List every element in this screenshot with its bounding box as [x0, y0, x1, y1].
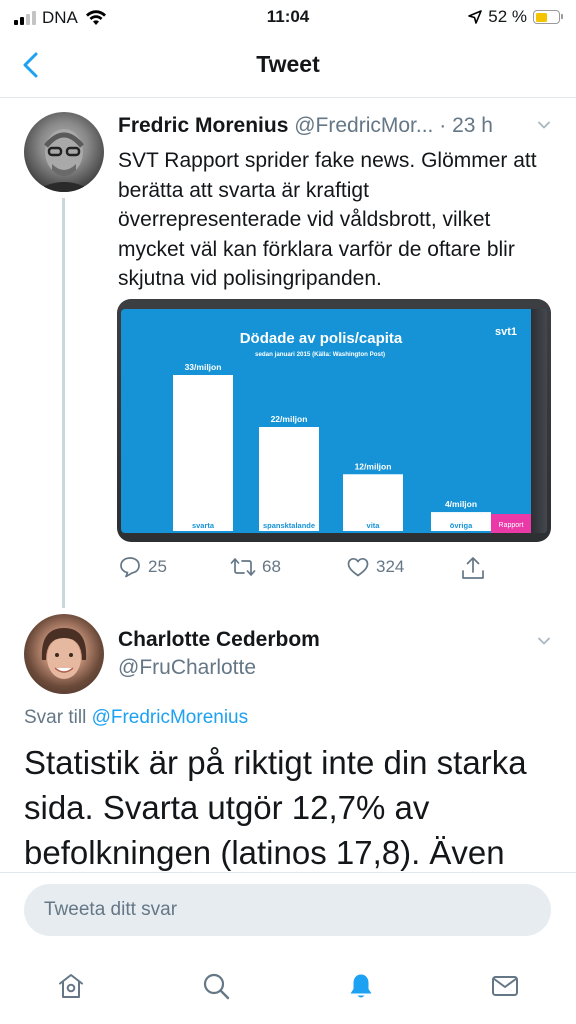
tv-screen: Dödade av polis/capita sedan januari 201… [121, 309, 547, 533]
home-icon [59, 974, 83, 998]
reply-author-avatar[interactable] [24, 614, 104, 694]
thread-line [62, 198, 65, 608]
bar-value-label-2: 12/miljon [355, 461, 392, 471]
chart-subtitle: sedan januari 2015 (Källa: Washington Po… [255, 351, 385, 358]
status-bar: DNA 11:04 52 % [0, 0, 576, 34]
chevron-down-icon[interactable] [537, 634, 551, 648]
chevron-down-icon[interactable] [537, 118, 551, 132]
bar-value-label-1: 22/miljon [271, 414, 308, 424]
reply-button[interactable]: 25 [118, 555, 167, 579]
like-count: 324 [376, 557, 405, 576]
chart-bars: 33/miljon svarta 22/miljon spansktalande 12/… [173, 362, 491, 531]
meta-separator: · [439, 114, 447, 137]
bar-category-label-0: svarta [192, 521, 215, 530]
battery-percent: 52 % [488, 7, 527, 26]
nav-header: Tweet [0, 34, 576, 98]
author-avatar[interactable] [24, 112, 104, 192]
reply-text: Statistik är på riktigt inte din starka … [24, 744, 527, 871]
bell-icon [350, 974, 372, 998]
tab-messages[interactable] [485, 966, 525, 1006]
heart-icon [347, 557, 369, 577]
rapport-tag: Rapport [499, 522, 524, 529]
replying-to: Svar till @FredricMorenius [24, 707, 248, 729]
bar-category-label-3: övriga [450, 521, 473, 530]
bar-1 [259, 427, 319, 531]
retweet-icon [230, 558, 256, 576]
location-arrow-icon [468, 10, 483, 24]
tweet-header: Fredric Morenius @FredricMor... · 23 h [118, 114, 558, 138]
tab-notifications[interactable] [341, 966, 381, 1006]
battery-level [535, 12, 547, 22]
reply-icon [120, 557, 140, 578]
status-right: 52 % [468, 7, 563, 27]
tab-bar [0, 944, 576, 1024]
mail-icon [492, 976, 518, 996]
bar-0 [173, 375, 233, 531]
channel-logo: svt1 [495, 326, 517, 338]
bar-value-label-3: 4/miljon [445, 499, 477, 509]
reply-input[interactable] [24, 884, 551, 936]
reply-author-name[interactable]: Charlotte Cederbom [118, 628, 320, 652]
page-title: Tweet [256, 51, 320, 77]
bar-category-label-1: spansktalande [263, 521, 315, 530]
bar-chart: Dödade av polis/capita sedan januari 201… [173, 326, 531, 533]
retweet-count: 68 [262, 557, 281, 576]
tweet-actions: 25 68 324 [118, 555, 558, 585]
bar-category-label-2: vita [367, 521, 381, 530]
share-icon [462, 557, 484, 579]
tab-home[interactable] [51, 966, 91, 1006]
avatar-portrait [41, 628, 87, 679]
like-button[interactable]: 324 [346, 555, 404, 579]
tweet-text: SVT Rapport sprider fake news. Glömmer a… [118, 149, 537, 290]
tv-bezel [531, 309, 547, 533]
reply-composer [0, 872, 576, 944]
retweet-button[interactable]: 68 [230, 555, 281, 579]
battery-icon [533, 10, 563, 24]
share-button[interactable] [460, 555, 486, 581]
avatar-portrait [34, 129, 94, 192]
reply-author-handle[interactable]: @FruCharlotte [118, 656, 256, 680]
bar-value-label-0: 33/miljon [185, 362, 222, 372]
search-icon [203, 973, 230, 1000]
reply-count: 25 [148, 557, 167, 576]
reply-prefix: Svar till [24, 707, 87, 728]
reply-to-link[interactable]: @FredricMorenius [92, 707, 249, 728]
chart-title: Dödade av polis/capita [240, 330, 403, 347]
tab-search[interactable] [196, 966, 236, 1006]
tweet-time: 23 h [452, 114, 493, 137]
tweet-media-photo[interactable]: Dödade av polis/capita sedan januari 201… [117, 299, 551, 542]
author-name[interactable]: Fredric Morenius [118, 114, 288, 137]
author-handle[interactable]: @FredricMor... [294, 114, 433, 137]
